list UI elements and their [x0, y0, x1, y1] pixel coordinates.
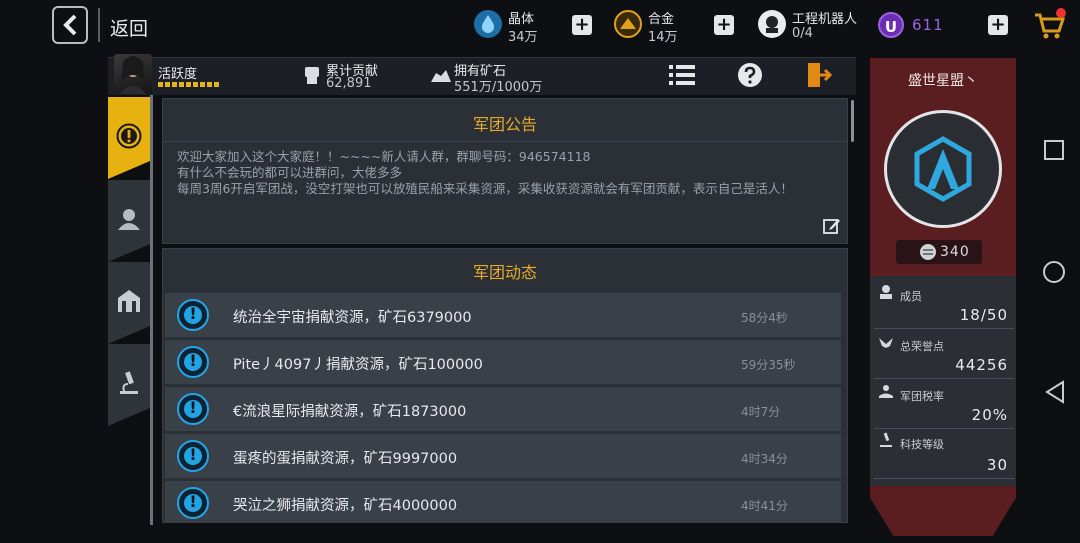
scrollbar[interactable]	[851, 100, 854, 142]
info-icon: !	[177, 440, 209, 472]
divider	[874, 478, 1014, 479]
notice-icon	[116, 123, 142, 149]
tab-building[interactable]	[108, 262, 150, 344]
back-button[interactable]	[52, 6, 88, 44]
stat-label: 科技等级	[900, 438, 944, 451]
resource-label: 晶体	[508, 12, 535, 27]
stat-value: 18/50	[959, 306, 1008, 324]
tab-science[interactable]	[108, 344, 150, 426]
alliance-emblem-icon	[884, 110, 1002, 228]
divider	[163, 141, 847, 142]
activity-text: 哭泣之狮捐献资源，矿石4000000	[233, 498, 458, 514]
alliance-score: 340	[940, 244, 970, 260]
tabs-divider	[150, 95, 153, 525]
robot-icon	[758, 10, 786, 38]
guild-activity-panel: 军团动态 ! 统治全宇宙捐献资源，矿石6379000 58分4秒 ! Pite丿…	[162, 248, 848, 523]
ore-icon	[431, 70, 451, 82]
alliance-name: 盛世星盟丶	[908, 73, 978, 89]
tab-members[interactable]	[108, 180, 150, 262]
activity-time: 4时41分	[741, 499, 788, 513]
activity-time: 4时34分	[741, 452, 788, 466]
divider	[874, 378, 1014, 379]
notice-line: 每周3周6开启军团战，没空打架也可以放殖民船来采集资源，采集收获资源就会有军团贡…	[177, 181, 793, 196]
system-back-icon[interactable]	[1044, 380, 1066, 404]
divider	[98, 8, 100, 42]
stat-value: 30	[986, 456, 1008, 474]
add-alloy-button[interactable]: +	[714, 15, 734, 35]
recent-apps-icon[interactable]	[1044, 140, 1064, 160]
contribution-value: 62,891	[326, 76, 372, 91]
avatar[interactable]	[114, 54, 152, 94]
list-item[interactable]: ! Pite丿4097丿捐献资源，矿石100000 59分35秒	[165, 340, 841, 384]
list-item[interactable]: ! 哭泣之狮捐献资源，矿石4000000 4时41分	[165, 481, 841, 522]
add-crystal-button[interactable]: +	[572, 15, 592, 35]
ore-value: 551万/1000万	[454, 80, 543, 95]
chevron-left-icon	[63, 14, 77, 36]
activity-title: 军团动态	[472, 263, 537, 282]
premium-currency-icon: U	[878, 12, 904, 38]
activity-label: 活跃度	[158, 67, 198, 82]
list-icon	[669, 65, 695, 85]
resource-value: 0/4	[792, 26, 813, 41]
question-icon	[738, 63, 762, 87]
activity-text: Pite丿4097丿捐献资源，矿石100000	[233, 357, 483, 373]
menu-list-button[interactable]	[662, 58, 702, 92]
activity-time: 58分4秒	[741, 311, 788, 325]
list-item[interactable]: ! 统治全宇宙捐献资源，矿石6379000 58分4秒	[165, 293, 841, 337]
leave-guild-button[interactable]	[798, 58, 838, 92]
activity-text: 统治全宇宙捐献资源，矿石6379000	[233, 310, 472, 326]
medal-icon	[920, 244, 936, 260]
science-icon	[116, 370, 142, 396]
resource-value: 34万	[508, 30, 538, 45]
activity-text: €流浪星际捐献资源，矿石1873000	[233, 404, 467, 420]
resource-value: 14万	[648, 30, 678, 45]
resource-label: 合金	[648, 12, 675, 27]
notification-dot	[1056, 8, 1066, 18]
home-icon[interactable]	[1043, 261, 1065, 283]
stat-label: 总荣誉点	[900, 340, 944, 353]
list-item[interactable]: ! €流浪星际捐献资源，矿石1873000 4时7分	[165, 387, 841, 431]
exit-icon	[808, 63, 832, 87]
notice-text: 欢迎大家加入这个大家庭！！~~~~新人请人群，群聊号码：946574118 有什…	[177, 149, 837, 197]
members-icon	[116, 206, 142, 232]
divider	[874, 328, 1014, 329]
info-icon: !	[177, 487, 209, 519]
edit-icon[interactable]	[823, 217, 841, 235]
resource-label: 工程机器人	[792, 12, 858, 27]
stat-label: 成员	[900, 290, 922, 303]
info-icon: !	[177, 393, 209, 425]
activity-bar	[158, 82, 220, 87]
stat-value: 20%	[971, 406, 1008, 424]
tab-notice[interactable]	[108, 97, 150, 179]
stat-label: 军团税率	[900, 390, 944, 403]
add-premium-button[interactable]: +	[988, 15, 1008, 35]
list-item[interactable]: ! 蛋疼的蛋捐献资源，矿石9997000 4时34分	[165, 434, 841, 478]
member-icon	[880, 285, 892, 299]
microscope-icon	[880, 432, 892, 447]
building-icon	[116, 288, 142, 314]
back-label[interactable]: 返回	[110, 14, 148, 41]
fist-icon	[305, 67, 319, 84]
activity-time: 4时7分	[741, 405, 781, 419]
stat-value: 44256	[955, 356, 1008, 374]
notice-line: 欢迎大家加入这个大家庭！！~~~~新人请人群，群聊号码：946574118	[177, 149, 591, 164]
tax-icon	[879, 385, 893, 398]
notice-title: 军团公告	[472, 115, 537, 134]
activity-text: 蛋疼的蛋捐献资源，矿石9997000	[233, 451, 458, 467]
notice-line: 有什么不会玩的都可以进群问，大佬多多	[177, 165, 403, 180]
premium-currency-value: 611	[912, 16, 944, 34]
help-button[interactable]	[730, 58, 770, 92]
wings-icon	[879, 338, 893, 348]
system-nav-bar	[1030, 52, 1080, 543]
info-icon: !	[177, 299, 209, 331]
divider	[874, 428, 1014, 429]
crystal-icon	[474, 10, 502, 38]
alloy-icon	[614, 10, 642, 38]
activity-time: 59分35秒	[741, 358, 796, 372]
guild-notice-panel: 军团公告 欢迎大家加入这个大家庭！！~~~~新人请人群，群聊号码：9465741…	[162, 98, 848, 244]
info-icon: !	[177, 346, 209, 378]
